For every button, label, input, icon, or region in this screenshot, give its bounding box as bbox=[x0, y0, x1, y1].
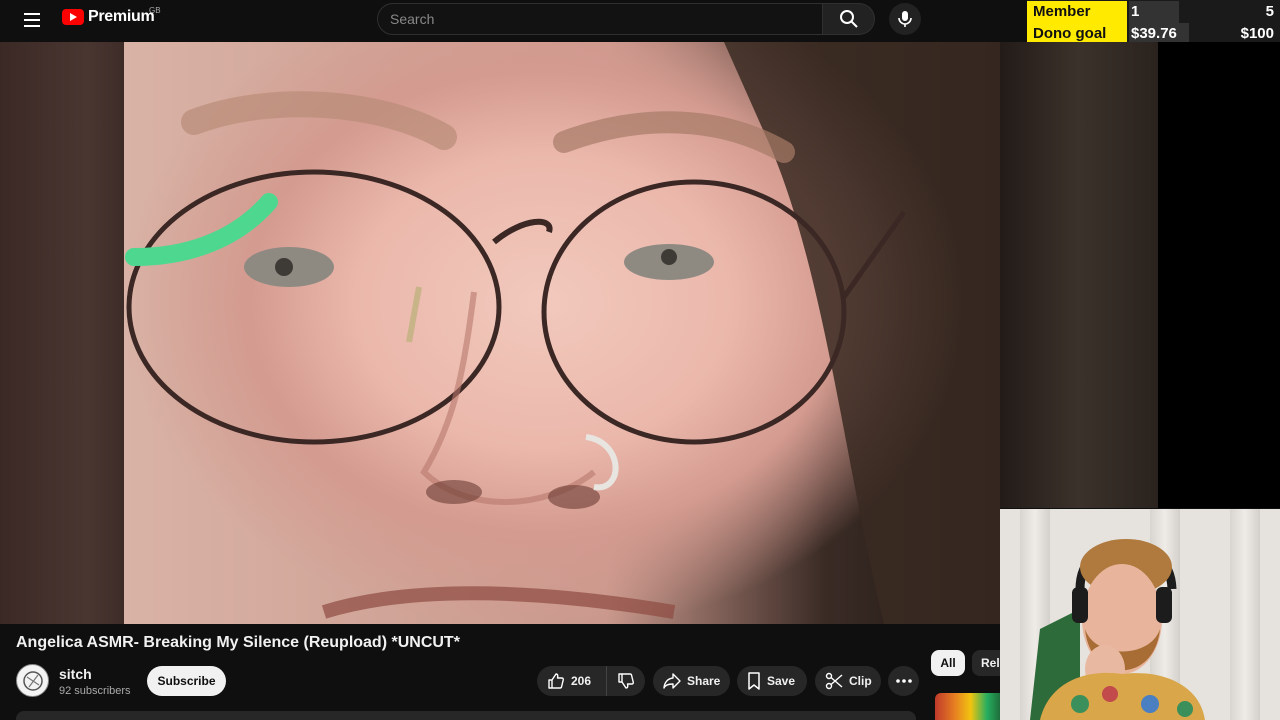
voice-search-button[interactable] bbox=[889, 3, 921, 35]
channel-avatar-image bbox=[23, 671, 43, 691]
stream-right-edge bbox=[1158, 42, 1280, 508]
video-player[interactable] bbox=[0, 42, 1000, 624]
chip-related[interactable]: Related bbox=[972, 650, 1000, 676]
logo-text: Premium bbox=[88, 8, 155, 25]
recommended-thumbnail[interactable] bbox=[935, 693, 1000, 720]
youtube-logo[interactable]: Premium bbox=[62, 8, 155, 26]
video-right-background bbox=[1000, 42, 1158, 508]
streamer-webcam bbox=[1000, 509, 1280, 720]
subscribe-button[interactable]: Subscribe bbox=[147, 666, 226, 696]
video-side-shade bbox=[0, 42, 124, 624]
save-icon bbox=[748, 672, 760, 690]
description-box[interactable] bbox=[16, 711, 916, 720]
more-actions-button[interactable] bbox=[888, 666, 919, 696]
chip-all[interactable]: All bbox=[931, 650, 965, 676]
member-goal-target: 5 bbox=[1265, 3, 1274, 20]
clip-button[interactable]: Clip bbox=[815, 666, 881, 696]
subscriber-count: 92 subscribers bbox=[59, 685, 131, 697]
scissors-icon bbox=[825, 672, 843, 690]
member-goal-label: Member Goal bbox=[1027, 1, 1127, 42]
search-button[interactable] bbox=[823, 3, 875, 35]
share-button[interactable]: Share bbox=[653, 666, 730, 696]
share-icon bbox=[663, 673, 681, 689]
search-input[interactable]: Search bbox=[377, 3, 823, 35]
video-content-image bbox=[125, 42, 1000, 624]
channel-avatar[interactable] bbox=[16, 664, 49, 697]
thumbs-up-icon bbox=[548, 673, 564, 689]
dislike-button[interactable] bbox=[607, 666, 645, 696]
youtube-logo-icon bbox=[62, 9, 84, 25]
region-code: GB bbox=[149, 6, 161, 15]
mic-icon bbox=[898, 11, 912, 27]
like-dislike-group: 206 bbox=[537, 666, 645, 696]
member-goal-current: 1 bbox=[1129, 1, 1179, 23]
member-goal-row: Member Goal 1 5 bbox=[1027, 1, 1280, 42]
more-icon bbox=[895, 679, 912, 683]
like-count: 206 bbox=[571, 674, 592, 688]
thumbs-down-icon bbox=[618, 673, 634, 689]
save-button[interactable]: Save bbox=[737, 666, 807, 696]
stream-goal-overlay: Member Goal 1 5 Dono goal $39.76 $100 bbox=[1027, 0, 1280, 45]
save-label: Save bbox=[767, 674, 796, 688]
share-label: Share bbox=[687, 674, 721, 688]
video-frame bbox=[124, 42, 1000, 624]
channel-name[interactable]: sitch bbox=[59, 666, 92, 682]
like-button[interactable]: 206 bbox=[537, 666, 607, 696]
search-icon bbox=[839, 10, 858, 28]
menu-icon[interactable] bbox=[16, 6, 48, 34]
webcam-image bbox=[1030, 539, 1205, 720]
video-title: Angelica ASMR- Breaking My Silence (Reup… bbox=[16, 634, 460, 651]
clip-label: Clip bbox=[849, 674, 872, 688]
